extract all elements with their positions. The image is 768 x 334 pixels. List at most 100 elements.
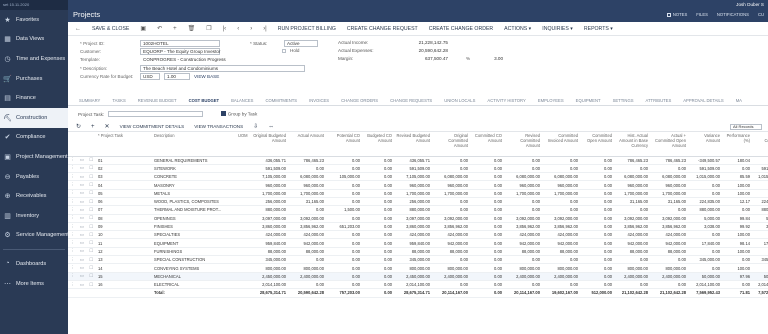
- tab-employees[interactable]: EMPLOYEES: [532, 96, 570, 105]
- sidebar-item-dashboards[interactable]: ◔ Dashboards: [0, 254, 68, 274]
- row-files-icon[interactable]: ▭: [77, 282, 87, 287]
- column-header[interactable]: * Project Task: [96, 132, 152, 157]
- row-files-icon[interactable]: ▭: [77, 199, 87, 204]
- notes-link[interactable]: NOTES: [666, 12, 687, 17]
- currency-field[interactable]: USD: [140, 73, 160, 80]
- row-files-icon[interactable]: ▭: [77, 165, 87, 170]
- row-notes-icon[interactable]: ☐: [86, 157, 95, 162]
- table-row[interactable]: ⋮ ▭ ☐ 11 EQUIPMENT 959,840.00 942,000.00 0.00…: [68, 238, 768, 248]
- row-notes-icon[interactable]: ☐: [86, 182, 95, 187]
- sidebar-item-purchases[interactable]: 🛒 Purchases: [0, 69, 68, 89]
- add-icon[interactable]: +: [173, 26, 177, 32]
- row-files-icon[interactable]: ▭: [77, 248, 87, 253]
- sidebar-item-payables[interactable]: ⊖ Payables: [0, 167, 68, 187]
- column-header[interactable]: Original Budgeted Amount: [250, 132, 288, 157]
- row-notes-icon[interactable]: ☐: [86, 273, 95, 278]
- table-row[interactable]: ⋮ ▭ ☐ 06 WOOD, PLASTICS, COMPOSITES 256,000…: [68, 197, 768, 207]
- row-notes-icon[interactable]: ☐: [86, 207, 95, 212]
- back-arrow-icon[interactable]: ←: [75, 26, 81, 32]
- column-header[interactable]: Actual + Committed Open Amount: [650, 132, 688, 157]
- cu-link[interactable]: CU: [758, 12, 764, 17]
- row-files-icon[interactable]: ▭: [77, 207, 87, 212]
- actions-menu[interactable]: ACTIONS ▾: [504, 26, 531, 32]
- row-notes-icon[interactable]: ☐: [86, 199, 95, 204]
- row-notes-icon[interactable]: ☐: [86, 282, 95, 287]
- tab-cost-budget[interactable]: COST BUDGET: [182, 96, 226, 105]
- tab-invoices[interactable]: INVOICES: [303, 96, 335, 105]
- tab-activity-history[interactable]: ACTIVITY HISTORY: [481, 96, 531, 105]
- view-transactions-button[interactable]: VIEW TRANSACTIONS: [194, 124, 243, 129]
- status-select[interactable]: Active: [284, 40, 318, 47]
- tab-balances[interactable]: BALANCES: [225, 96, 259, 105]
- row-files-icon[interactable]: ▭: [77, 157, 87, 162]
- table-row[interactable]: ⋮ ▭ ☐ 14 CONVEYING SYSTEMS 800,000.00 800,00…: [68, 263, 768, 273]
- table-row[interactable]: ⋮ ▭ ☐ 02 SITEWORK 591,509.00 0.00 0.00 0.00 591…: [68, 164, 768, 174]
- table-row[interactable]: ⋮ ▭ ☐ 13 SPECIAL CONSTRUCTION 345,000.00 0.0…: [68, 255, 768, 265]
- group-by-task-toggle[interactable]: Group by Task: [221, 111, 257, 117]
- run-project-billing-button[interactable]: RUN PROJECT BILLING: [278, 26, 336, 32]
- refresh-icon[interactable]: ↻: [76, 123, 81, 130]
- table-row[interactable]: ⋮ ▭ ☐ 03 CONCRETE 7,105,000.00 6,080,000.00 1…: [68, 172, 768, 182]
- sidebar-item-service-management[interactable]: ⚙ Service Management: [0, 226, 68, 246]
- delete-row-icon[interactable]: ✕: [105, 123, 110, 130]
- save-close-button[interactable]: SAVE & CLOSE: [92, 26, 129, 32]
- column-header[interactable]: Potential CO Amount: [326, 132, 362, 157]
- tab-ma[interactable]: MA: [730, 96, 748, 105]
- table-row[interactable]: ⋮ ▭ ☐ 05 METALS 1,700,000.00 1,700,000.00 0.0…: [68, 189, 768, 199]
- tab-equipment[interactable]: EQUIPMENT: [570, 96, 607, 105]
- row-files-icon[interactable]: ▭: [77, 273, 87, 278]
- tab-change-requests[interactable]: CHANGE REQUESTS: [384, 96, 438, 105]
- delete-icon[interactable]: 🗑: [188, 25, 196, 32]
- row-notes-icon[interactable]: ☐: [86, 240, 95, 245]
- tab-settings[interactable]: SETTINGS: [607, 96, 640, 105]
- column-header[interactable]: Budgeted CO Amount: [362, 132, 394, 157]
- tab-attributes[interactable]: ATTRIBUTES: [640, 96, 678, 105]
- table-row[interactable]: ⋮ ▭ ☐ 09 FINISHES 3,860,000.00 3,856,962.00 6…: [68, 222, 768, 232]
- table-row[interactable]: ⋮ ▭ ☐ 10 SPECIALTIES 424,000.00 424,000.00 0.…: [68, 230, 768, 240]
- sidebar-item-project-management[interactable]: ▣ Project Management: [0, 147, 68, 167]
- undo-icon[interactable]: ↶: [157, 25, 162, 32]
- table-row[interactable]: ⋮ ▭ ☐ 15 MECHANICAL 2,450,000.00 2,400,000.0…: [68, 272, 768, 281]
- row-files-icon[interactable]: ▭: [77, 240, 87, 245]
- tab-tasks[interactable]: TASKS: [106, 96, 131, 105]
- column-header[interactable]: Actual Amount: [288, 132, 326, 157]
- sidebar-item-data-views[interactable]: ▦ Data Views: [0, 30, 68, 50]
- inquiries-menu[interactable]: INQUIRIES ▾: [542, 26, 573, 32]
- row-notes-icon[interactable]: ☐: [86, 257, 95, 262]
- row-files-icon[interactable]: ▭: [77, 232, 87, 237]
- project-id-field[interactable]: 1002HOTEL: [140, 40, 220, 47]
- project-task-field[interactable]: [108, 110, 204, 118]
- tab-union-locals[interactable]: UNION LOCALS: [438, 96, 481, 105]
- row-files-icon[interactable]: ▭: [77, 257, 87, 262]
- tab-summary[interactable]: SUMMARY: [73, 96, 106, 105]
- sidebar-item-more-items[interactable]: ⋯ More Items: [0, 274, 68, 294]
- view-commitment-details-button[interactable]: VIEW COMMITMENT DETAILS: [120, 124, 185, 129]
- rate-field[interactable]: 1.00: [164, 73, 190, 80]
- row-files-icon[interactable]: ▭: [77, 190, 87, 195]
- sidebar-item-receivables[interactable]: ⊕ Receivables: [0, 186, 68, 206]
- row-notes-icon[interactable]: ☐: [86, 165, 95, 170]
- column-header[interactable]: Revised Committed Amount: [504, 132, 542, 157]
- user-name[interactable]: Josh Duber S: [736, 2, 764, 7]
- tab-revenue-budget[interactable]: REVENUE BUDGET: [132, 96, 183, 105]
- notifications-link[interactable]: NOTIFICATIONS: [717, 12, 749, 17]
- row-files-icon[interactable]: ▭: [77, 265, 87, 270]
- tab-change-orders[interactable]: CHANGE ORDERS: [335, 96, 384, 105]
- reports-menu[interactable]: REPORTS ▾: [584, 26, 613, 32]
- last-record-icon[interactable]: ›|: [263, 26, 267, 32]
- view-base-button[interactable]: VIEW BASE: [194, 74, 219, 79]
- row-notes-icon[interactable]: ☐: [86, 224, 95, 229]
- row-notes-icon[interactable]: ☐: [86, 190, 95, 195]
- save-icon[interactable]: ▣: [140, 25, 146, 32]
- next-record-icon[interactable]: ›: [250, 26, 252, 32]
- create-change-order-button[interactable]: CREATE CHANGE ORDER: [429, 26, 493, 32]
- column-header[interactable]: Original Committed Amount: [432, 132, 470, 157]
- column-header[interactable]: Cost to Complete: [752, 132, 768, 157]
- create-change-request-button[interactable]: CREATE CHANGE REQUEST: [347, 26, 418, 32]
- row-notes-icon[interactable]: ☐: [86, 265, 95, 270]
- files-link[interactable]: FILES: [696, 12, 708, 17]
- table-row[interactable]: ⋮ ▭ ☐ 08 OPENINGS 3,097,000.00 3,092,000.00 0…: [68, 214, 768, 223]
- fit-columns-icon[interactable]: ⇔: [268, 124, 274, 130]
- all-records-select[interactable]: All Records: [730, 123, 762, 130]
- row-files-icon[interactable]: ▭: [77, 215, 87, 220]
